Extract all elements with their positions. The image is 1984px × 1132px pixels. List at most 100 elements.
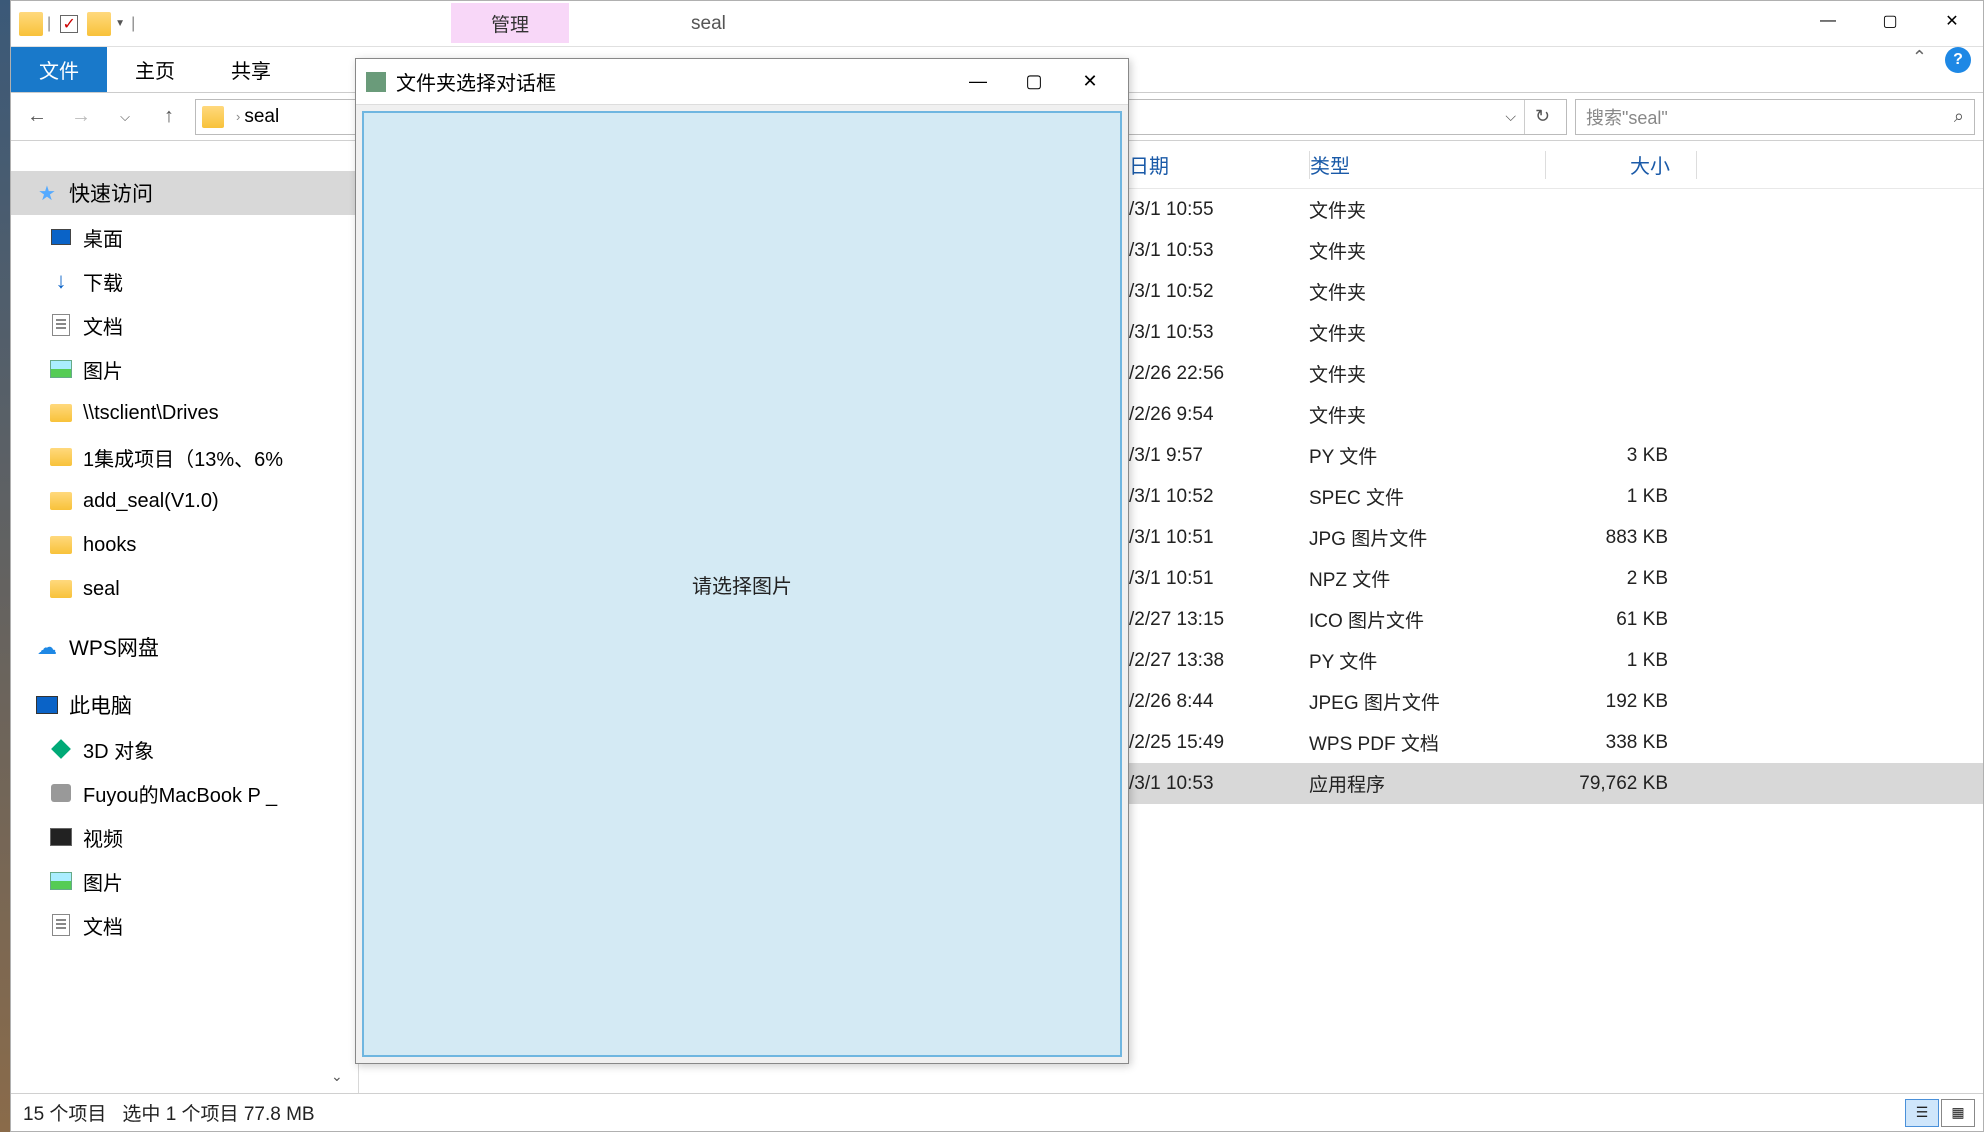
sidebar-item[interactable]: 1集成项目（13%、6% — [11, 435, 358, 479]
cell-type: SPEC 文件 — [1309, 483, 1544, 510]
cell-size: 61 KB — [1544, 609, 1694, 631]
maximize-button[interactable]: ▢ — [1859, 1, 1921, 41]
cell-type: NPZ 文件 — [1309, 565, 1544, 592]
breadcrumb-segment[interactable]: seal — [244, 106, 279, 128]
cell-size: 1 KB — [1544, 486, 1694, 508]
cell-type: PY 文件 — [1309, 442, 1544, 469]
sidebar-wps[interactable]: ☁ WPS网盘 — [11, 625, 358, 669]
sidebar-item[interactable]: add_seal(V1.0) — [11, 479, 358, 523]
address-dropdown-icon[interactable]: ⌵ — [1497, 108, 1524, 125]
sidebar-item-label: 图片 — [83, 867, 123, 896]
back-button[interactable]: ← — [19, 99, 55, 135]
cell-type: 文件夹 — [1309, 401, 1544, 428]
cell-type: ICO 图片文件 — [1309, 606, 1544, 633]
sidebar-item-label: Fuyou的MacBook P _ — [83, 779, 277, 808]
dialog-maximize-button[interactable]: ▢ — [1006, 63, 1062, 101]
cell-size: 1 KB — [1544, 650, 1694, 672]
nav-pane-expand-icon[interactable]: ⌄ — [331, 1068, 343, 1085]
refresh-icon[interactable]: ↻ — [1524, 100, 1560, 134]
doc-icon — [49, 913, 73, 937]
cell-type: 文件夹 — [1309, 278, 1544, 305]
status-item-count: 15 个项目 — [23, 1099, 106, 1126]
minimize-button[interactable]: — — [1797, 1, 1859, 41]
view-large-icon[interactable]: ▦ — [1941, 1099, 1975, 1127]
cell-type: 文件夹 — [1309, 319, 1544, 346]
sidebar-item[interactable]: 图片 — [11, 859, 358, 903]
status-selection: 选中 1 个项目 77.8 MB — [122, 1099, 314, 1126]
breadcrumb-separator-icon[interactable]: › — [236, 109, 240, 124]
qat-properties-icon[interactable]: ✓ — [55, 12, 83, 36]
sidebar-item[interactable]: 3D 对象 — [11, 727, 358, 771]
3d-icon — [49, 737, 73, 761]
dialog-title-bar[interactable]: 文件夹选择对话框 — ▢ ✕ — [356, 59, 1128, 105]
sidebar-item[interactable]: Fuyou的MacBook P _ — [11, 771, 358, 815]
cell-type: 文件夹 — [1309, 196, 1544, 223]
sidebar-item-label: WPS网盘 — [69, 632, 159, 662]
ribbon-collapse-icon[interactable]: ⌃ — [1912, 47, 1927, 68]
dialog-minimize-button[interactable]: — — [950, 63, 1006, 101]
sidebar-item-label: 3D 对象 — [83, 735, 154, 764]
close-button[interactable]: ✕ — [1921, 1, 1983, 41]
sidebar-item[interactable]: hooks — [11, 523, 358, 567]
search-placeholder: 搜索"seal" — [1586, 104, 1668, 130]
cell-date: /3/1 10:53 — [1129, 240, 1309, 262]
star-icon: ★ — [35, 181, 59, 205]
sidebar-item-label: hooks — [83, 534, 136, 557]
sidebar-item-label: 文档 — [83, 311, 123, 340]
sidebar-item[interactable]: 文档 — [11, 903, 358, 947]
cell-date: /2/27 13:15 — [1129, 609, 1309, 631]
up-button[interactable]: ↑ — [151, 99, 187, 135]
address-folder-icon — [202, 106, 224, 128]
cell-date: /2/26 8:44 — [1129, 691, 1309, 713]
dialog-hint-text: 请选择图片 — [692, 570, 792, 599]
dialog-droparea[interactable]: 请选择图片 — [362, 111, 1122, 1057]
cell-date: /3/1 10:53 — [1129, 322, 1309, 344]
status-bar: 15 个项目 选中 1 个项目 77.8 MB ☰ ▦ — [11, 1093, 1983, 1131]
dialog-close-button[interactable]: ✕ — [1062, 63, 1118, 101]
view-details-icon[interactable]: ☰ — [1905, 1099, 1939, 1127]
column-date[interactable]: 日期 — [1129, 150, 1309, 179]
cell-size: 883 KB — [1544, 527, 1694, 549]
tab-home[interactable]: 主页 — [107, 47, 203, 92]
sidebar-item-label: 下载 — [83, 267, 123, 296]
sidebar-quick-access[interactable]: ★ 快速访问 — [11, 171, 358, 215]
qat-dropdown-icon[interactable]: ▼ — [115, 18, 127, 29]
column-size[interactable]: 大小 — [1546, 150, 1696, 179]
cell-date: /3/1 10:55 — [1129, 199, 1309, 221]
sidebar-item-label: seal — [83, 578, 120, 601]
sidebar-item[interactable]: 文档 — [11, 303, 358, 347]
help-icon[interactable]: ? — [1945, 47, 1971, 73]
contextual-tab-manage[interactable]: 管理 — [451, 3, 569, 43]
sidebar-item[interactable]: seal — [11, 567, 358, 611]
cell-type: WPS PDF 文档 — [1309, 729, 1544, 756]
pic-icon — [49, 357, 73, 381]
sidebar-item[interactable]: \\tsclient\Drives — [11, 391, 358, 435]
sidebar-item[interactable]: 图片 — [11, 347, 358, 391]
search-icon[interactable]: ⌕ — [1954, 106, 1964, 127]
folder-icon — [49, 401, 73, 425]
search-input[interactable]: 搜索"seal" ⌕ — [1575, 99, 1975, 135]
sidebar-item-label: 视频 — [83, 823, 123, 852]
cell-date: /2/25 15:49 — [1129, 732, 1309, 754]
forward-button[interactable]: → — [63, 99, 99, 135]
pc-icon — [35, 693, 59, 717]
column-type[interactable]: 类型 — [1310, 150, 1545, 179]
sidebar-item[interactable]: 桌面 — [11, 215, 358, 259]
cloud-icon: ☁ — [35, 635, 59, 659]
tab-share[interactable]: 共享 — [203, 47, 299, 92]
desktop-edge — [0, 0, 10, 1132]
sidebar-item[interactable]: 视频 — [11, 815, 358, 859]
tab-file[interactable]: 文件 — [11, 47, 107, 92]
history-dropdown-icon[interactable]: ⌵ — [107, 99, 143, 135]
sidebar-item[interactable]: ↓ 下载 — [11, 259, 358, 303]
download-icon: ↓ — [49, 269, 73, 293]
cell-date: /2/26 22:56 — [1129, 363, 1309, 385]
sidebar-this-pc[interactable]: 此电脑 — [11, 683, 358, 727]
sidebar-item-label: 快速访问 — [69, 178, 153, 208]
qat-newfolder-icon[interactable] — [87, 12, 111, 36]
quick-access-toolbar: | ✓ ▼ | — [11, 12, 135, 36]
sidebar-item-label: 文档 — [83, 911, 123, 940]
cell-size: 192 KB — [1544, 691, 1694, 713]
app-folder-icon — [19, 12, 43, 36]
doc-icon — [49, 313, 73, 337]
